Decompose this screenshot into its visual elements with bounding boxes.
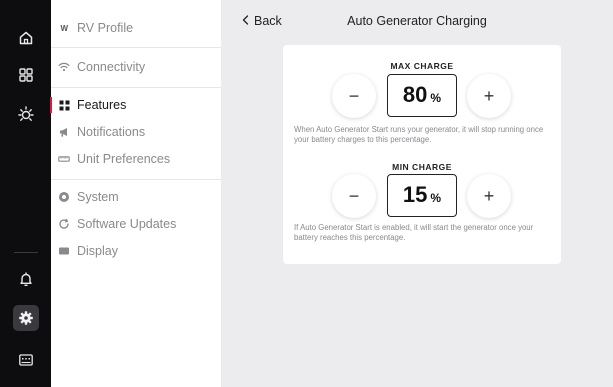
brand-logo-text: W [60, 23, 68, 33]
sidebar-item-label: Connectivity [77, 60, 146, 74]
sidebar-item-label: Notifications [77, 125, 146, 139]
sidebar-item-label: System [77, 190, 119, 204]
max-charge-unit: % [430, 91, 442, 105]
sidebar-item-label: Features [77, 98, 127, 112]
charge-settings-card: MAX CHARGE − 80 % + When Auto Generator … [283, 45, 561, 264]
wifi-icon [58, 60, 70, 74]
sidebar-item-features[interactable]: Features [50, 94, 221, 116]
min-charge-label: MIN CHARGE [392, 162, 452, 172]
min-charge-increment-button[interactable]: + [467, 174, 511, 218]
sidebar-item-notifications[interactable]: Notifications [51, 121, 221, 143]
keyboard-icon[interactable] [13, 347, 39, 373]
max-charge-decrement-button[interactable]: − [332, 74, 376, 118]
max-charge-increment-button[interactable]: + [467, 74, 511, 118]
min-charge-hint: If Auto Generator Start is enabled, it w… [294, 223, 534, 242]
refresh-icon [58, 217, 70, 231]
brand-logo-icon: W [58, 21, 70, 35]
min-charge-value: 15 [402, 182, 428, 207]
sidebar-divider [51, 179, 221, 180]
chevron-left-icon [242, 14, 249, 28]
sidebar-item-connectivity[interactable]: Connectivity [51, 56, 221, 78]
rail-divider [14, 252, 38, 253]
grid-icon [58, 98, 70, 112]
min-charge-value-box: 15 % [387, 174, 457, 217]
back-button[interactable]: Back [242, 14, 282, 28]
left-rail [0, 0, 51, 387]
max-charge-hint: When Auto Generator Start runs your gene… [294, 125, 544, 144]
sidebar-divider [51, 87, 221, 88]
gear-icon[interactable] [13, 305, 39, 331]
home-icon[interactable] [13, 25, 39, 51]
max-charge-value-box: 80 % [387, 74, 457, 117]
max-charge-label: MAX CHARGE [390, 61, 454, 71]
sun-icon[interactable] [13, 101, 39, 127]
sidebar-item-display[interactable]: Display [51, 240, 221, 262]
sidebar-divider [51, 47, 221, 48]
min-charge-decrement-button[interactable]: − [332, 174, 376, 218]
system-icon [58, 190, 70, 204]
sidebar-item-label: Unit Preferences [77, 152, 171, 166]
sidebar-item-system[interactable]: System [51, 186, 221, 208]
sidebar-item-software-updates[interactable]: Software Updates [51, 213, 221, 235]
dashboard-grid-icon[interactable] [13, 62, 39, 88]
ruler-icon [58, 152, 70, 166]
sidebar-item-label: Display [77, 244, 118, 258]
back-label: Back [254, 14, 282, 28]
sidebar-item-rv-profile[interactable]: W RV Profile [51, 17, 221, 39]
megaphone-icon [58, 125, 70, 139]
sidebar-item-unit-preferences[interactable]: Unit Preferences [51, 148, 221, 170]
main-panel: Auto Generator Charging Back MAX CHARGE … [221, 0, 613, 387]
sidebar-item-label: RV Profile [77, 21, 134, 35]
display-icon [58, 244, 70, 258]
sidebar-item-label: Software Updates [77, 217, 177, 231]
min-charge-unit: % [430, 191, 442, 205]
max-charge-value: 80 [402, 82, 428, 107]
bell-icon[interactable] [13, 266, 39, 292]
settings-sidebar: W RV Profile Connectivity Features Notif… [50, 0, 221, 387]
